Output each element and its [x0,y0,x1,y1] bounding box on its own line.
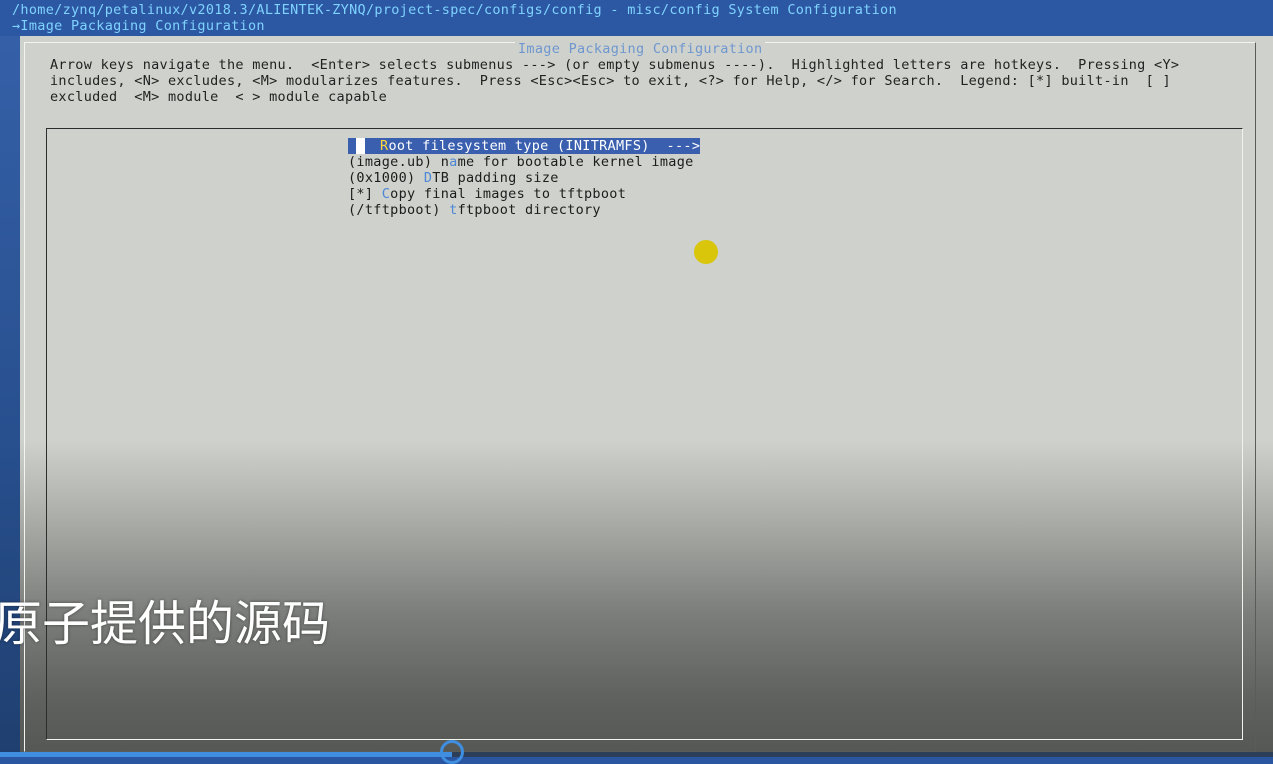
menu-item-label: me for bootable kernel image [457,154,694,170]
hotkey-letter: a [449,154,458,170]
menu-list: Root filesystem type (INITRAMFS) ---> (i… [348,138,701,218]
menu-item-image-name[interactable]: (image.ub) name for bootable kernel imag… [348,154,700,170]
help-text: Arrow keys navigate the menu. <Enter> se… [50,57,1180,105]
video-progress-handle[interactable] [439,740,464,764]
hotkey-letter: t [449,202,458,218]
mouse-cursor-highlight [694,240,718,264]
video-subtitle: 原子提供的源码 [0,596,331,652]
menu-item-label: oot filesystem type (INITRAMFS) ---> [388,138,701,154]
config-path-title: /home/zynq/petalinux/v2018.3/ALIENTEK-ZY… [12,2,897,18]
menu-item-root-filesystem-type[interactable]: Root filesystem type (INITRAMFS) ---> [348,138,701,154]
breadcrumb: →Image Packaging Configuration [12,18,265,34]
menu-item-label: opy final images to tftpboot [390,186,627,202]
menu-item-label: ftpboot directory [457,202,601,218]
menu-item-value: (image.ub) [348,154,441,170]
menu-item-value: (0x1000) [348,170,424,186]
hotkey-letter: C [381,186,391,202]
video-progress-bar[interactable] [0,740,1273,764]
menu-item-tftpboot-directory[interactable]: (/tftpboot) tftpboot directory [348,202,700,218]
video-progress-fill [0,752,452,757]
dialog-title: Image Packaging Configuration [515,42,766,56]
terminal-title-bar: /home/zynq/petalinux/v2018.3/ALIENTEK-ZY… [0,0,1273,36]
menu-item-dtb-padding[interactable]: (0x1000) DTB padding size [348,170,700,186]
menu-item-checkbox: [*] [348,186,382,202]
menu-item-label: TB padding size [432,170,559,186]
menu-item-label-start: n [440,154,450,170]
menu-item-value: (/tftpboot) [348,202,450,218]
menu-item-copy-to-tftpboot[interactable]: [*] Copy final images to tftpboot [348,186,700,202]
selection-marker [356,138,365,154]
